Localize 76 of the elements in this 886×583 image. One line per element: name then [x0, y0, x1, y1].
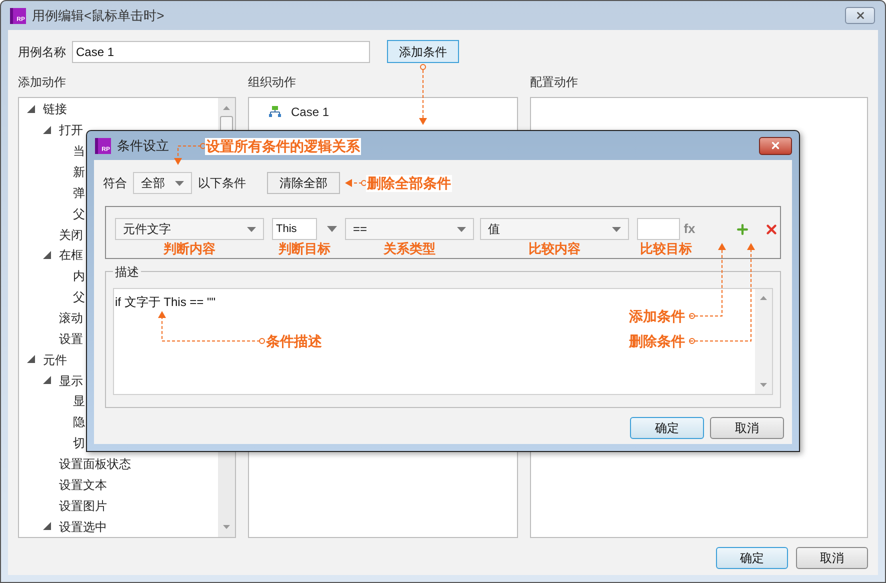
tree-item[interactable]: 设置选中 [59, 518, 107, 536]
tree-item[interactable]: 切 [73, 434, 85, 452]
field-annotation: 判断目标 [278, 241, 330, 257]
field-annotation: 关系类型 [384, 241, 436, 257]
annotation-label: 删除条件 [628, 333, 686, 350]
condition-select[interactable]: 元件文字 [115, 218, 264, 240]
condition-select[interactable]: == [345, 218, 474, 240]
dialog-title: 条件设立 [117, 136, 169, 155]
tree-item[interactable]: 父 [73, 288, 85, 306]
dropdown-arrow-icon [175, 180, 184, 186]
tree-item[interactable]: 设置文本 [59, 476, 107, 494]
description-label: 描述 [113, 263, 141, 281]
description-text: if 文字于 This == "" [115, 295, 216, 309]
tree-item[interactable]: 设置 [59, 330, 83, 348]
annotation-label: 设置所有条件的逻辑关系 [205, 138, 361, 155]
delete-condition-icon[interactable] [764, 222, 779, 237]
tree-item[interactable]: 链接 [43, 100, 67, 118]
close-button[interactable] [759, 136, 792, 154]
expand-triangle-icon[interactable] [43, 126, 51, 134]
expand-triangle-icon[interactable] [43, 251, 51, 260]
tree-item[interactable]: 设置面板状态 [59, 455, 131, 474]
leader-line [345, 179, 367, 187]
tree-item[interactable]: 关闭 [59, 226, 83, 244]
tree-item[interactable]: 显 [73, 392, 85, 410]
tree-item[interactable]: 当 [73, 142, 85, 160]
close-icon [770, 140, 781, 151]
tree-item[interactable]: 显示 [59, 372, 83, 390]
leader-line [419, 64, 427, 125]
expand-triangle-icon[interactable] [27, 355, 35, 364]
dropdown-arrow-icon [457, 226, 466, 232]
tree-item[interactable]: 元件 [43, 350, 67, 369]
case-item[interactable]: Case 1 [291, 102, 330, 120]
tree-item[interactable]: 父 [73, 204, 85, 223]
match-suffix-label: 以下条件 [198, 175, 247, 192]
add-condition-icon[interactable] [735, 222, 750, 237]
dropdown-arrow-icon [247, 226, 256, 232]
dropdown-arrow-icon [612, 226, 621, 232]
cancel-button[interactable]: 取消 [710, 417, 784, 439]
tree-item[interactable]: 打开 [59, 121, 83, 140]
window-title: 用例编辑<鼠标单击时> [32, 6, 164, 25]
cancel-button[interactable]: 取消 [796, 547, 868, 569]
leader-line [174, 143, 206, 165]
close-button[interactable] [845, 7, 875, 24]
ok-button[interactable]: 确定 [716, 547, 788, 569]
panel-title: 配置动作 [530, 75, 579, 90]
panel-title: 组织动作 [248, 75, 297, 90]
case-tree-icon [269, 106, 281, 117]
tree-item[interactable]: 隐 [73, 413, 85, 432]
field-annotation: 比较目标 [640, 241, 692, 257]
case-name-field[interactable]: Case 1 [72, 40, 370, 62]
panel-title: 添加动作 [18, 75, 67, 90]
target-field[interactable]: This [272, 218, 317, 240]
clear-all-button[interactable]: 清除全部 [267, 172, 340, 194]
ok-button[interactable]: 确定 [630, 417, 704, 439]
tree-item[interactable]: 内 [73, 267, 85, 286]
tree-item[interactable]: 弹 [73, 184, 85, 202]
tree-item[interactable]: 滚动 [59, 309, 83, 328]
add-condition-button[interactable]: 添加条件 [387, 40, 459, 63]
compare-target-field[interactable] [636, 218, 680, 240]
match-select[interactable]: 全部 [133, 172, 192, 194]
condition-select[interactable]: 值 [480, 218, 629, 240]
expand-triangle-icon[interactable] [43, 376, 51, 384]
annotation-label: 删除全部条件 [366, 175, 452, 192]
expand-triangle-icon[interactable] [43, 522, 51, 530]
tree-item[interactable]: 设置图片 [59, 496, 107, 515]
match-label: 符合 [103, 175, 128, 192]
expand-triangle-icon[interactable] [27, 105, 35, 113]
field-annotation: 比较内容 [528, 241, 580, 257]
annotation-label: 条件描述 [265, 333, 323, 350]
close-icon [854, 10, 866, 21]
annotation-label: 添加条件 [628, 308, 686, 325]
tree-item[interactable]: 在框 [59, 246, 83, 264]
case-name-label: 用例名称 [18, 44, 67, 60]
field-annotation: 判断内容 [164, 241, 216, 257]
dropdown-arrow-icon[interactable] [327, 226, 337, 232]
tree-item[interactable]: 新 [73, 163, 85, 181]
